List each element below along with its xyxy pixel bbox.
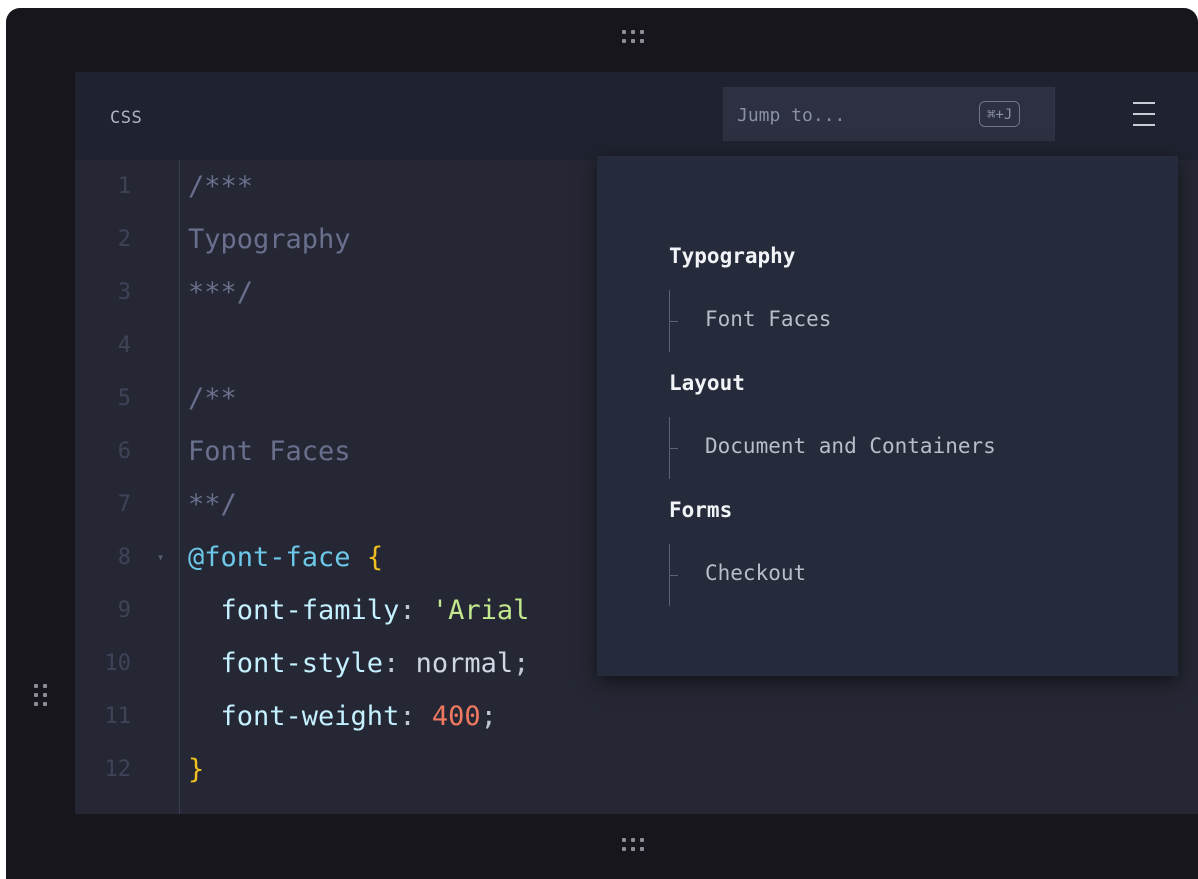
code-token: **/	[188, 489, 237, 520]
code-token: ***/	[188, 277, 254, 308]
code-token: ;	[513, 648, 530, 679]
tree-branch	[670, 321, 678, 322]
shortcut-badge: ⌘+J	[979, 101, 1021, 127]
code-token: Typography	[188, 224, 351, 255]
code-token: {	[366, 542, 384, 573]
line-number: 4	[117, 333, 131, 358]
drag-handle-icon[interactable]	[34, 684, 47, 706]
line-number: 11	[104, 704, 132, 729]
jump-to-input[interactable]: Jump to... ⌘+J	[723, 87, 1055, 141]
line-number: 8	[117, 545, 131, 570]
code-token: /**	[188, 383, 237, 414]
line-number: 5	[117, 386, 131, 411]
code-token: ;	[480, 701, 497, 732]
language-label: CSS	[110, 108, 143, 128]
outline-section[interactable]: Forms	[669, 498, 732, 522]
code-token: font-weight	[188, 701, 400, 732]
code-text: ***/	[188, 266, 253, 319]
code-line: 11 font-weight: 400;	[75, 690, 1198, 743]
line-number: 9	[117, 598, 131, 623]
code-text: @font-face {	[188, 531, 383, 584]
code-token: @font-face	[188, 542, 351, 573]
hamburger-menu-icon[interactable]	[1133, 102, 1155, 128]
code-token: font-style	[188, 648, 384, 679]
line-number: 10	[104, 651, 132, 676]
fold-arrow-icon[interactable]: ▾	[157, 531, 164, 584]
editor-toolbar: CSS Jump to... ⌘+J	[75, 72, 1198, 160]
line-number: 3	[117, 280, 131, 305]
tree-branch	[670, 575, 678, 576]
outline-section[interactable]: Layout	[669, 371, 745, 395]
code-text: Font Faces	[188, 425, 351, 478]
code-text: font-weight: 400;	[188, 690, 497, 743]
code-text: /**	[188, 372, 237, 425]
outline-item-label: Document and Containers	[705, 434, 996, 458]
outline-item-label: Checkout	[705, 561, 807, 585]
code-text: }	[188, 743, 204, 796]
code-text: /***	[188, 160, 253, 213]
code-token: :	[383, 648, 416, 679]
code-token: font-family	[188, 595, 400, 626]
code-line: 12}	[75, 743, 1198, 796]
code-token: Font Faces	[188, 436, 351, 467]
line-number: 2	[117, 227, 131, 252]
tree-branch	[670, 448, 678, 449]
code-token: }	[188, 754, 205, 785]
outline-item[interactable]: Document and Containers	[669, 417, 1149, 479]
code-token: 400	[431, 701, 481, 732]
line-number: 1	[117, 174, 131, 199]
drag-handle-icon[interactable]	[622, 838, 644, 851]
code-text: Typography	[188, 213, 351, 266]
outline-section[interactable]: Typography	[669, 244, 795, 268]
code-token: :	[399, 701, 432, 732]
outline-item-label: Font Faces	[705, 307, 832, 331]
outline-item[interactable]: Checkout	[669, 544, 1149, 606]
line-number: 6	[117, 439, 131, 464]
line-number: 7	[117, 492, 131, 517]
code-token: 'Arial	[431, 595, 530, 626]
outline-panel: Typography Font Faces Layout Document and C…	[597, 156, 1178, 676]
code-token: :	[399, 595, 432, 626]
code-text: **/	[188, 478, 237, 531]
drag-handle-icon[interactable]	[622, 30, 644, 43]
code-text: font-family: 'Arial	[188, 584, 530, 637]
line-number: 12	[104, 757, 132, 782]
jump-to-placeholder: Jump to...	[737, 105, 846, 126]
code-token: normal	[415, 648, 514, 679]
code-token: /***	[188, 171, 254, 202]
outline-item[interactable]: Font Faces	[669, 290, 1149, 352]
code-text: font-style: normal;	[188, 637, 530, 690]
